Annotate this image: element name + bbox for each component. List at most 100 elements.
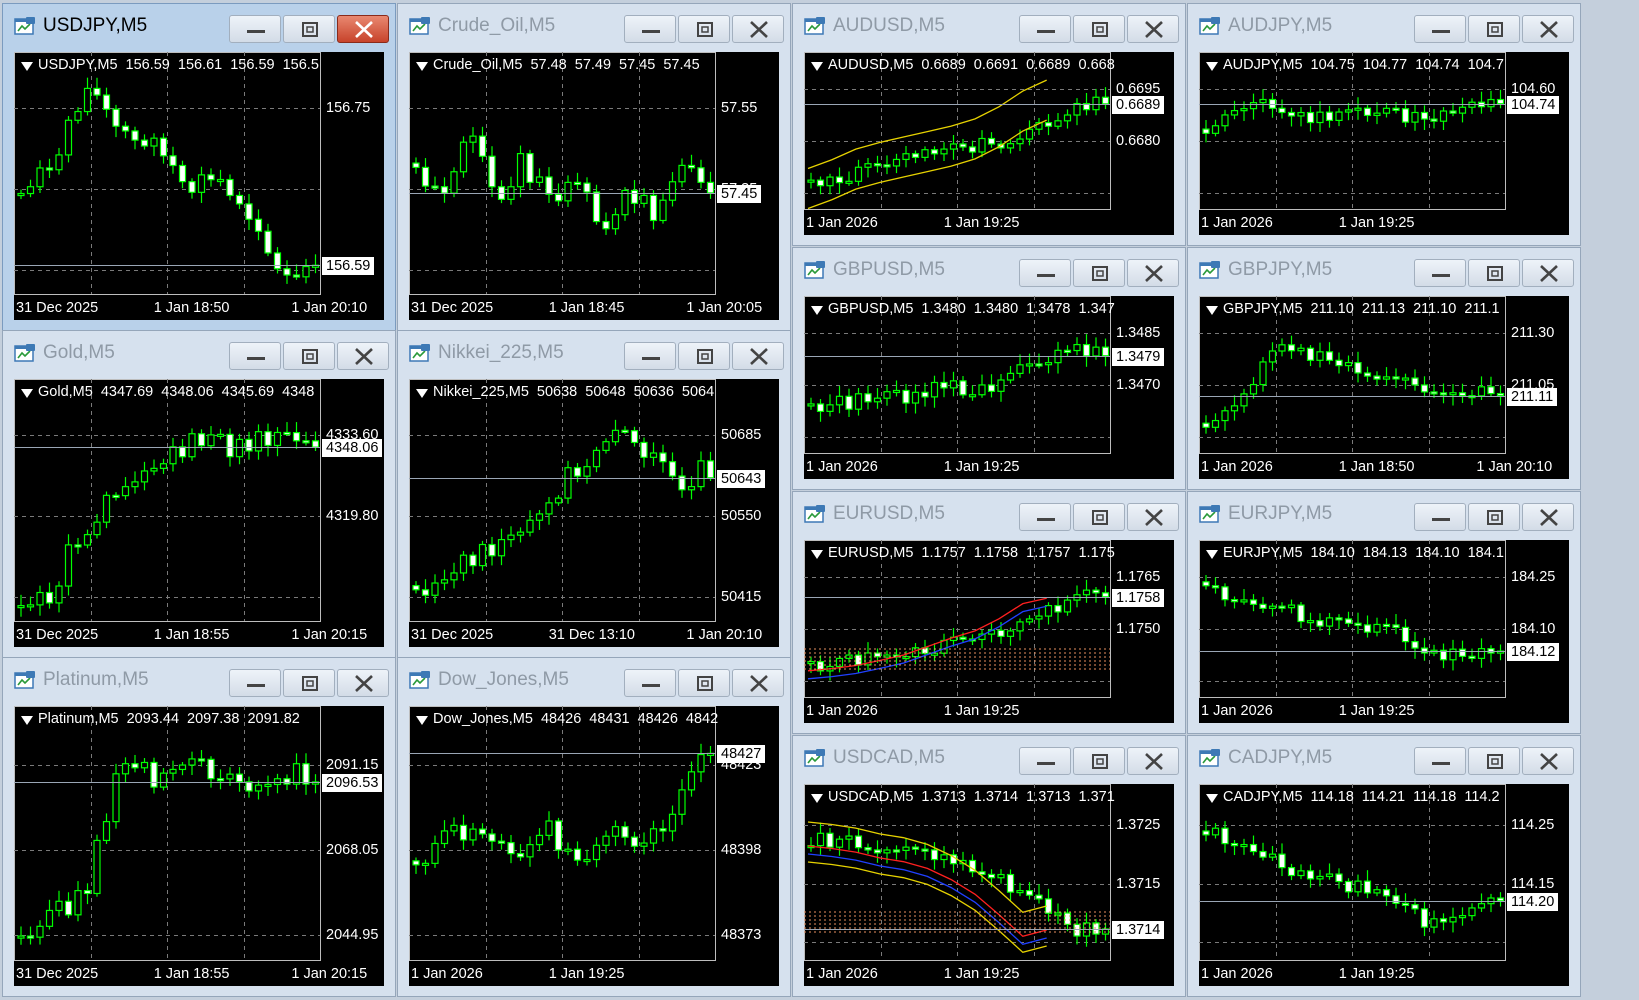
restore-button[interactable] bbox=[1073, 503, 1125, 531]
restore-button[interactable] bbox=[678, 669, 730, 697]
restore-button[interactable] bbox=[283, 342, 335, 370]
restore-button[interactable] bbox=[678, 342, 730, 370]
chart-canvas[interactable]: GBPUSD,M5 1.3480 1.3480 1.3478 1.347 1.3485 1.… bbox=[804, 296, 1174, 479]
close-button[interactable] bbox=[1522, 503, 1574, 531]
close-button[interactable] bbox=[732, 342, 784, 370]
chart-canvas[interactable]: Crude_Oil,M5 57.48 57.49 57.45 57.45 57.55 57.… bbox=[409, 52, 779, 320]
chart-window-audjpy[interactable]: AUDJPY,M5 AUDJPY,M5 104.75 104.77 104.74 104.… bbox=[1187, 3, 1581, 246]
chart-canvas[interactable]: EURJPY,M5 184.10 184.13 184.10 184.1 184.25 18… bbox=[1199, 540, 1569, 723]
chart-window-dowjones[interactable]: Dow_Jones,M5 Dow_Jones,M5 48426 48431 48426 4… bbox=[397, 657, 791, 997]
chart-window-crude[interactable]: Crude_Oil,M5 Crude_Oil,M5 57.48 57.49 57.45 5… bbox=[397, 3, 791, 331]
chart-window-audusd[interactable]: AUDUSD,M5 AUDUSD,M5 0.6689 0.6691 0.6689 0.66… bbox=[792, 3, 1186, 246]
chart-window-usdjpy[interactable]: USDJPY,M5 USDJPY,M5 156.59 156.61 156.59 156.… bbox=[2, 3, 396, 331]
symbol-menu-icon[interactable] bbox=[21, 389, 33, 398]
chart-canvas[interactable]: Platinum,M5 2093.44 2097.38 2091.82 2091.15 2… bbox=[14, 706, 384, 986]
minimize-button[interactable] bbox=[1414, 15, 1466, 43]
chart-window-cadjpy[interactable]: CADJPY,M5 CADJPY,M5 114.18 114.21 114.18 114.… bbox=[1187, 735, 1581, 997]
symbol-menu-icon[interactable] bbox=[416, 389, 428, 398]
window-titlebar[interactable]: GBPJPY,M5 bbox=[1188, 248, 1580, 292]
restore-button[interactable] bbox=[678, 15, 730, 43]
window-titlebar[interactable]: AUDUSD,M5 bbox=[793, 4, 1185, 48]
restore-button[interactable] bbox=[1468, 747, 1520, 775]
window-titlebar[interactable]: Dow_Jones,M5 bbox=[398, 658, 790, 702]
window-titlebar[interactable]: Nikkei_225,M5 bbox=[398, 331, 790, 375]
minimize-button[interactable] bbox=[1414, 259, 1466, 287]
symbol-menu-icon[interactable] bbox=[811, 62, 823, 71]
symbol-menu-icon[interactable] bbox=[1206, 550, 1218, 559]
symbol-menu-icon[interactable] bbox=[21, 716, 33, 725]
chart-window-platinum[interactable]: Platinum,M5 Platinum,M5 2093.44 2097.38 2091… bbox=[2, 657, 396, 997]
chart-canvas[interactable]: CADJPY,M5 114.18 114.21 114.18 114.2 114.25 11… bbox=[1199, 784, 1569, 986]
chart-canvas[interactable]: USDJPY,M5 156.59 156.61 156.59 156.5 156.75 15… bbox=[14, 52, 384, 320]
chart-canvas[interactable]: AUDUSD,M5 0.6689 0.6691 0.6689 0.668 0.6695 0.… bbox=[804, 52, 1174, 235]
symbol-menu-icon[interactable] bbox=[416, 716, 428, 725]
chart-window-gold[interactable]: Gold,M5 Gold,M5 4347.69 4348.06 4345.69 4348 4… bbox=[2, 330, 396, 658]
close-button[interactable] bbox=[732, 669, 784, 697]
chart-window-eurjpy[interactable]: EURJPY,M5 EURJPY,M5 184.10 184.13 184.10 184.… bbox=[1187, 491, 1581, 734]
restore-button[interactable] bbox=[283, 15, 335, 43]
window-titlebar[interactable]: Crude_Oil,M5 bbox=[398, 4, 790, 48]
chart-window-gbpjpy[interactable]: GBPJPY,M5 GBPJPY,M5 211.10 211.13 211.10 211.… bbox=[1187, 247, 1581, 490]
restore-button[interactable] bbox=[1468, 15, 1520, 43]
minimize-button[interactable] bbox=[1019, 503, 1071, 531]
minimize-button[interactable] bbox=[624, 15, 676, 43]
symbol-menu-icon[interactable] bbox=[811, 550, 823, 559]
symbol-menu-icon[interactable] bbox=[811, 306, 823, 315]
minimize-button[interactable] bbox=[229, 669, 281, 697]
restore-button[interactable] bbox=[1468, 503, 1520, 531]
restore-button[interactable] bbox=[1468, 259, 1520, 287]
chart-canvas[interactable]: Nikkei_225,M5 50638 50648 50636 5064 50685 505… bbox=[409, 379, 779, 647]
symbol-menu-icon[interactable] bbox=[1206, 794, 1218, 803]
close-button[interactable] bbox=[1127, 15, 1179, 43]
restore-button[interactable] bbox=[1073, 259, 1125, 287]
window-titlebar[interactable]: USDJPY,M5 bbox=[3, 4, 395, 48]
chart-canvas[interactable]: Gold,M5 4347.69 4348.06 4345.69 4348 4333.60 4… bbox=[14, 379, 384, 647]
minimize-button[interactable] bbox=[1019, 747, 1071, 775]
chart-canvas[interactable]: AUDJPY,M5 104.75 104.77 104.74 104.7 104.60 10… bbox=[1199, 52, 1569, 235]
minimize-button[interactable] bbox=[624, 669, 676, 697]
close-button[interactable] bbox=[337, 15, 389, 43]
close-button[interactable] bbox=[337, 342, 389, 370]
price-axis-label: 50415 bbox=[721, 589, 762, 605]
minimize-button[interactable] bbox=[229, 15, 281, 43]
window-titlebar[interactable]: USDCAD,M5 bbox=[793, 736, 1185, 780]
restore-button[interactable] bbox=[283, 669, 335, 697]
close-button[interactable] bbox=[732, 15, 784, 43]
minimize-button[interactable] bbox=[1414, 503, 1466, 531]
close-button[interactable] bbox=[1522, 15, 1574, 43]
symbol-menu-icon[interactable] bbox=[1206, 62, 1218, 71]
window-titlebar[interactable]: Gold,M5 bbox=[3, 331, 395, 375]
chart-canvas[interactable]: GBPJPY,M5 211.10 211.13 211.10 211.1 211.30 21… bbox=[1199, 296, 1569, 479]
window-titlebar[interactable]: GBPUSD,M5 bbox=[793, 248, 1185, 292]
close-button[interactable] bbox=[1522, 259, 1574, 287]
chart-window-eurusd[interactable]: EURUSD,M5 EURUSD,M5 1.1757 1.1758 1.1757 1.17… bbox=[792, 491, 1186, 734]
restore-button[interactable] bbox=[1073, 747, 1125, 775]
chart-canvas[interactable]: Dow_Jones,M5 48426 48431 48426 4842 48423 4839… bbox=[409, 706, 779, 986]
symbol-menu-icon[interactable] bbox=[21, 62, 33, 71]
chart-canvas[interactable]: USDCAD,M5 1.3713 1.3714 1.3713 1.371 1.3725 1.… bbox=[804, 784, 1174, 986]
symbol-menu-icon[interactable] bbox=[416, 62, 428, 71]
close-button[interactable] bbox=[1522, 747, 1574, 775]
chart-window-usdcad[interactable]: USDCAD,M5 USDCAD,M5 1.3713 1.3714 1.3713 1.37… bbox=[792, 735, 1186, 997]
chart-window-nikkei[interactable]: Nikkei_225,M5 Nikkei_225,M5 50638 50648 5063… bbox=[397, 330, 791, 658]
close-button[interactable] bbox=[1127, 259, 1179, 287]
window-titlebar[interactable]: EURJPY,M5 bbox=[1188, 492, 1580, 536]
minimize-button[interactable] bbox=[624, 342, 676, 370]
minimize-button[interactable] bbox=[229, 342, 281, 370]
bull-candle bbox=[564, 848, 572, 852]
window-titlebar[interactable]: EURUSD,M5 bbox=[793, 492, 1185, 536]
symbol-menu-icon[interactable] bbox=[811, 794, 823, 803]
chart-window-gbpusd[interactable]: GBPUSD,M5 GBPUSD,M5 1.3480 1.3480 1.3478 1.34… bbox=[792, 247, 1186, 490]
symbol-menu-icon[interactable] bbox=[1206, 306, 1218, 315]
minimize-button[interactable] bbox=[1019, 259, 1071, 287]
close-button[interactable] bbox=[1127, 747, 1179, 775]
window-titlebar[interactable]: CADJPY,M5 bbox=[1188, 736, 1580, 780]
minimize-button[interactable] bbox=[1414, 747, 1466, 775]
window-titlebar[interactable]: Platinum,M5 bbox=[3, 658, 395, 702]
chart-canvas[interactable]: EURUSD,M5 1.1757 1.1758 1.1757 1.175 1.1765 1.… bbox=[804, 540, 1174, 723]
minimize-button[interactable] bbox=[1019, 15, 1071, 43]
close-button[interactable] bbox=[1127, 503, 1179, 531]
window-titlebar[interactable]: AUDJPY,M5 bbox=[1188, 4, 1580, 48]
restore-button[interactable] bbox=[1073, 15, 1125, 43]
close-button[interactable] bbox=[337, 669, 389, 697]
